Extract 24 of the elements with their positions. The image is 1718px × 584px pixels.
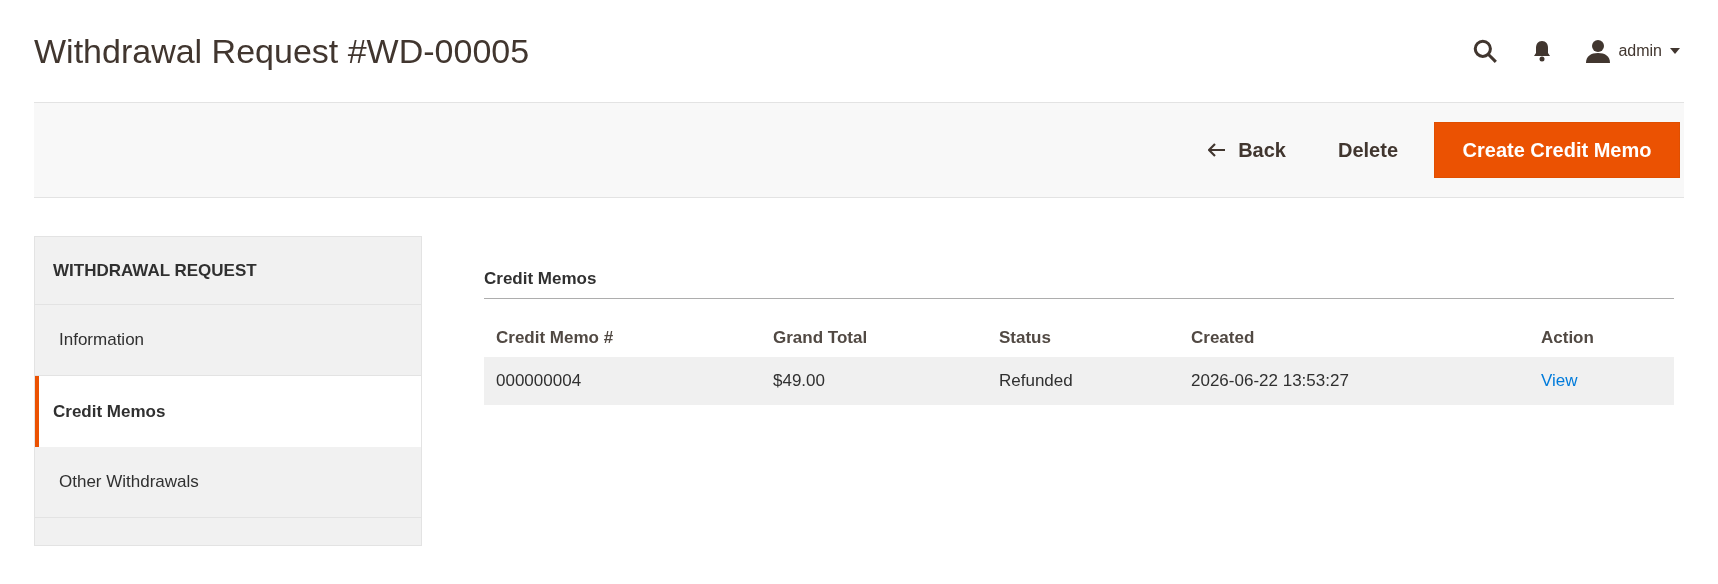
column-header: Status [999, 328, 1051, 347]
user-menu[interactable]: admin [1586, 39, 1680, 63]
view-link[interactable]: View [1541, 370, 1578, 390]
delete-button[interactable]: Delete [1321, 122, 1414, 178]
user-icon [1586, 39, 1611, 63]
bell-icon[interactable] [1532, 40, 1553, 62]
column-header: Created [1191, 328, 1255, 347]
search-icon[interactable] [1472, 38, 1499, 64]
column-header: Credit Memo # [496, 328, 614, 347]
section-title: Credit Memos [484, 266, 1674, 299]
sidebar-title: WITHDRAWAL REQUEST [35, 237, 421, 305]
sidebar-tab[interactable]: Credit Memos [35, 376, 421, 447]
arrow-left-icon [1208, 143, 1227, 157]
table-cell: 2026-06-22 13:53:27 [1191, 370, 1349, 390]
back-button[interactable]: Back [1192, 122, 1302, 178]
create-credit-memo-button[interactable]: Create Credit Memo [1434, 122, 1680, 178]
sidebar-tab[interactable]: Other Withdrawals [35, 447, 421, 518]
caret-icon [1670, 48, 1680, 54]
page-title: Withdrawal Request #WD-00005 [34, 30, 530, 72]
table-cell: Refunded [999, 370, 1073, 390]
table-cell: 000000004 [496, 370, 582, 390]
table-cell: $49.00 [773, 370, 825, 390]
column-header: Action [1541, 328, 1594, 347]
column-header: Grand Total [773, 328, 868, 347]
